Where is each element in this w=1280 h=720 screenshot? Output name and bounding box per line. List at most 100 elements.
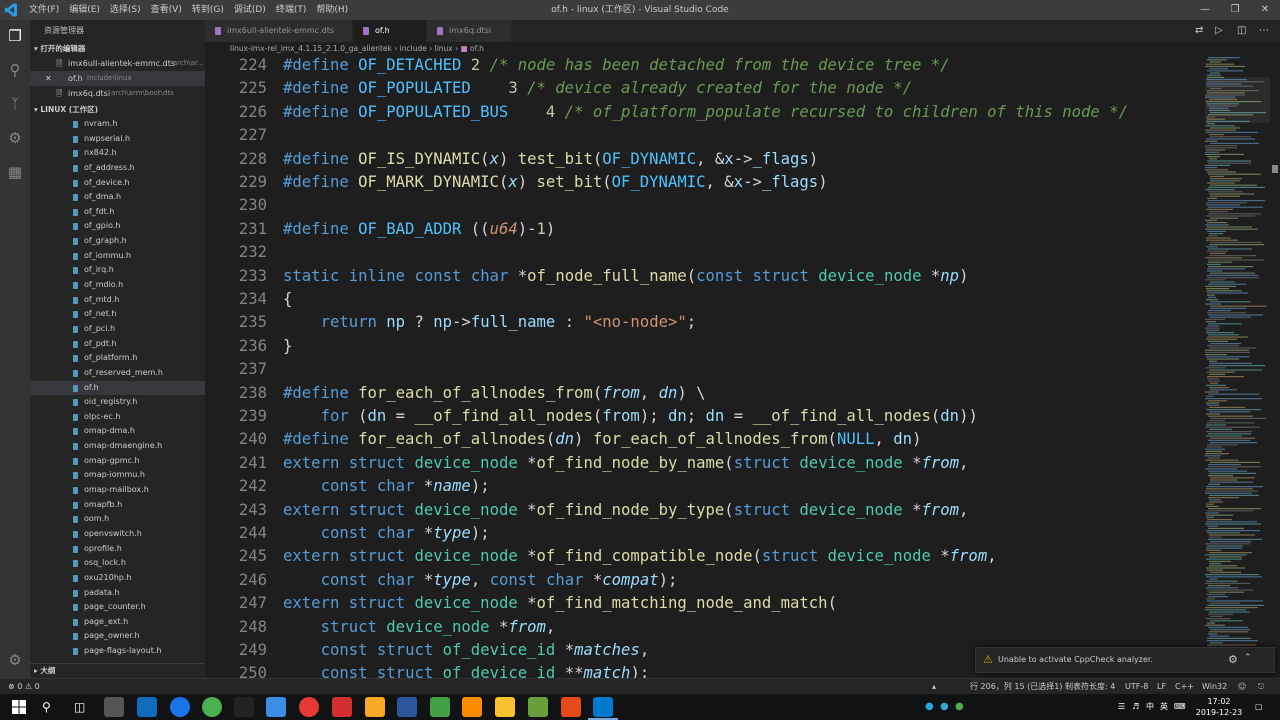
task-view-icon[interactable]: ◫ <box>74 694 85 720</box>
file-tree-item[interactable]: of_iommu.h <box>30 249 205 264</box>
search-icon[interactable]: ⚲ <box>42 694 51 720</box>
file-tree-item[interactable]: of_address.h <box>30 161 205 176</box>
app-icon[interactable] <box>332 697 352 717</box>
file-tree-item[interactable]: oid_registry.h <box>30 395 205 410</box>
indentation[interactable]: 制表符长度: 4 <box>1065 679 1115 695</box>
file-tree-item[interactable]: omapfb.h <box>30 498 205 513</box>
menu-go[interactable]: 转到(G) <box>187 0 229 20</box>
debug-icon[interactable]: ⚙ <box>5 128 25 148</box>
tray-app-icon[interactable]: ● <box>955 694 964 720</box>
line-ending[interactable]: LF <box>1157 679 1166 695</box>
file-tree-item[interactable]: omap-iommu.h <box>30 468 205 483</box>
file-tree-item[interactable]: of_platform.h <box>30 351 205 366</box>
file-tree-item[interactable]: of_net.h <box>30 307 205 322</box>
errors-indicator[interactable]: ⊗ 0 ⚠ 0 <box>8 679 40 695</box>
file-tree-item[interactable]: olpc-ec.h <box>30 410 205 425</box>
close-icon[interactable]: ✕ <box>45 71 52 86</box>
file-tree-item[interactable]: oxu210hp.h <box>30 571 205 586</box>
tab-imx6ull-dts[interactable]: imx6ull-alientek-emmc.dts <box>205 20 353 42</box>
more-actions-icon[interactable]: ⋯ <box>1259 20 1269 42</box>
notification-center-icon[interactable]: ▢ <box>1255 694 1263 720</box>
file-tree-item[interactable]: nvram.h <box>30 117 205 132</box>
app-icon[interactable] <box>462 697 482 717</box>
windows-start-icon[interactable] <box>12 700 26 714</box>
split-editor-icon[interactable]: ◫ <box>1237 20 1246 42</box>
file-tree-item[interactable]: page_ext.h <box>30 615 205 630</box>
explorer-icon[interactable]: ❐ <box>5 26 25 46</box>
language-mode[interactable]: C++ <box>1175 679 1194 695</box>
menu-terminal[interactable]: 终端(T) <box>271 0 312 20</box>
qq-app-icon[interactable] <box>234 697 254 717</box>
menu-help[interactable]: 帮助(H) <box>311 0 353 20</box>
breadcrumb-item[interactable]: include <box>400 44 427 53</box>
weibo-app-icon[interactable] <box>299 697 319 717</box>
file-tree-item[interactable]: of_mtd.h <box>30 293 205 308</box>
compare-icon[interactable]: ⇄ <box>1195 20 1203 42</box>
file-tree-item[interactable]: padata.h <box>30 586 205 601</box>
app-icon[interactable] <box>495 697 515 717</box>
file-tree-item[interactable]: of_graph.h <box>30 234 205 249</box>
tab-of-h[interactable]: of.h <box>353 20 427 42</box>
source-control-icon[interactable]: ᛉ <box>5 94 25 114</box>
minimize-icon[interactable]: — <box>1190 0 1220 20</box>
clock[interactable]: 17:02 2019-12-23 <box>1192 696 1246 718</box>
app-icon[interactable] <box>561 697 581 717</box>
menu-selection[interactable]: 选择(S) <box>105 0 146 20</box>
file-tree-item[interactable]: of_gpio.h <box>30 219 205 234</box>
open-editors-header[interactable]: ▾ 打开的编辑器 <box>30 42 205 56</box>
ime-english[interactable]: 英 <box>1160 694 1168 720</box>
file-tree-item[interactable]: page_owner.h <box>30 629 205 644</box>
tab-imx6q-dtsi[interactable]: imx6q.dtsi <box>427 20 512 42</box>
minimap[interactable] <box>1205 55 1270 655</box>
menu-debug[interactable]: 调试(D) <box>229 0 271 20</box>
gear-icon[interactable]: ⚙ <box>1228 653 1238 666</box>
camera-app-icon[interactable] <box>104 697 124 717</box>
bell-icon[interactable]: ⎋ <box>1258 679 1264 695</box>
file-tree-item[interactable]: openvswitch.h <box>30 527 205 542</box>
file-tree-item[interactable]: of_device.h <box>30 176 205 191</box>
extensions-icon[interactable]: ▦ <box>5 162 25 182</box>
code-editor[interactable]: 224 #define OF_DETACHED 2 /* node has bee… <box>205 55 1205 678</box>
edge-app-icon[interactable] <box>137 697 157 717</box>
file-tree-item[interactable]: of_fdt.h <box>30 205 205 220</box>
app-icon[interactable] <box>430 697 450 717</box>
open-editor-item[interactable]: 🗎 imx6ull-alientek-emmc.dts arch\ar... <box>30 56 205 71</box>
app-icon[interactable] <box>528 697 548 717</box>
browser-app-icon[interactable] <box>170 697 190 717</box>
vertical-scrollbar[interactable] <box>1270 55 1280 655</box>
file-tree-item[interactable]: of_reserved_mem.h <box>30 366 205 381</box>
file-tree-item[interactable]: page_counter.h <box>30 600 205 615</box>
outline-section[interactable]: ▸ 大纲 <box>30 663 205 678</box>
app-icon[interactable] <box>266 697 286 717</box>
restore-icon[interactable]: ❐ <box>1220 0 1250 20</box>
keyboard-icon[interactable]: ⌨ <box>1174 694 1186 720</box>
open-editor-item[interactable]: 🗎 imx6q.dtsi arch\arm\boot\dts <box>30 86 205 101</box>
file-tree-item[interactable]: oprofile.h <box>30 542 205 557</box>
run-icon[interactable]: ▷ <box>1215 20 1223 42</box>
file-tree-item[interactable]: of_dma.h <box>30 190 205 205</box>
volume-icon[interactable]: ♬ <box>1132 694 1139 720</box>
outline-header[interactable]: ▸ 大纲 <box>30 664 205 678</box>
word-app-icon[interactable] <box>397 697 417 717</box>
breadcrumb-item[interactable]: of.h <box>470 44 484 53</box>
tray-app-icon[interactable]: ● <box>925 694 934 720</box>
file-tree-item[interactable]: of_pci.h <box>30 322 205 337</box>
encoding[interactable]: UTF-8 <box>1125 679 1148 695</box>
feedback-icon[interactable]: ☺ <box>1238 679 1246 695</box>
file-tree-item[interactable]: of.h <box>30 380 205 396</box>
file-tree-item[interactable]: oom.h <box>30 512 205 527</box>
file-tree-item[interactable]: page-flags-layout.h <box>30 644 205 659</box>
chevron-up-icon[interactable]: ⌃ <box>1244 653 1252 663</box>
breadcrumb-item[interactable]: linux <box>435 44 453 53</box>
open-editor-item-active[interactable]: ✕ of.h include\linux <box>30 71 205 86</box>
file-tree-item[interactable]: nx842.h <box>30 146 205 161</box>
tray-app-icon[interactable]: ● <box>940 694 949 720</box>
close-icon[interactable]: ✕ <box>1250 0 1280 20</box>
file-tree-item[interactable]: of_irq.h <box>30 263 205 278</box>
file-tree-item[interactable]: of_mdio.h <box>30 278 205 293</box>
file-tree-item[interactable]: omap-gpmc.h <box>30 454 205 469</box>
wifi-icon[interactable]: ☰ <box>1118 694 1125 720</box>
settings-gear-icon[interactable]: ⚙ <box>5 650 25 670</box>
file-tree-item[interactable]: omap-dma.h <box>30 424 205 439</box>
menu-view[interactable]: 查看(V) <box>146 0 187 20</box>
